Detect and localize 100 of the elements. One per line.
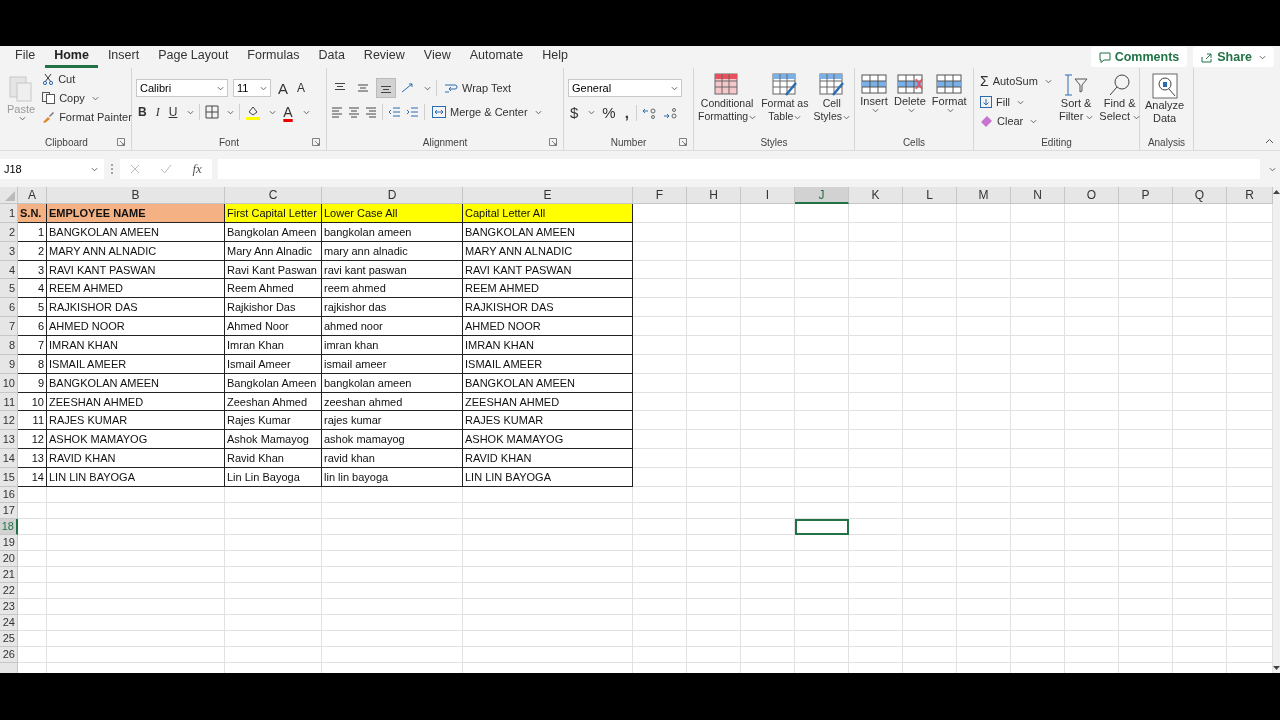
column-header[interactable]: B bbox=[47, 187, 225, 204]
clear-button[interactable]: Clear bbox=[978, 113, 1054, 129]
font-color-button[interactable]: A bbox=[281, 104, 295, 120]
down-arrow-icon[interactable] bbox=[1273, 666, 1280, 671]
ribbon-tab[interactable]: Data bbox=[309, 46, 354, 68]
fill-button[interactable]: Fill bbox=[978, 94, 1054, 110]
sort-filter-button[interactable]: Sort & Filter bbox=[1057, 71, 1095, 125]
table-cell: RAJKISHOR DAS bbox=[463, 298, 633, 318]
italic-button[interactable]: I bbox=[153, 104, 162, 120]
column-header[interactable]: M bbox=[957, 187, 1011, 204]
column-header[interactable]: L bbox=[903, 187, 957, 204]
shrink-font-button[interactable]: A bbox=[295, 81, 308, 95]
launcher-icon[interactable] bbox=[549, 138, 557, 146]
percent-button[interactable]: % bbox=[600, 104, 618, 121]
align-left-icon[interactable] bbox=[331, 106, 343, 118]
column-header[interactable]: N bbox=[1011, 187, 1065, 204]
collapse-ribbon-icon[interactable] bbox=[1265, 138, 1274, 144]
up-arrow-icon[interactable] bbox=[1273, 189, 1280, 194]
column-header[interactable]: C bbox=[225, 187, 322, 204]
grow-font-button[interactable]: A bbox=[276, 79, 290, 97]
borders-icon[interactable] bbox=[205, 105, 220, 119]
increase-decimal-icon[interactable] bbox=[641, 106, 658, 119]
decrease-decimal-icon[interactable] bbox=[662, 106, 679, 119]
copy-button[interactable]: Copy bbox=[40, 90, 134, 106]
ribbon-tab[interactable]: Page Layout bbox=[149, 46, 238, 68]
bold-button[interactable]: B bbox=[136, 105, 149, 119]
grid-icon bbox=[860, 73, 888, 95]
decrease-indent-icon[interactable] bbox=[388, 106, 401, 118]
active-cell[interactable] bbox=[795, 518, 849, 535]
caret-icon bbox=[269, 109, 277, 115]
align-button[interactable] bbox=[377, 79, 395, 97]
column-header[interactable]: O bbox=[1065, 187, 1119, 204]
column-header[interactable]: D bbox=[322, 187, 463, 204]
wrap-text-button[interactable]: Wrap Text bbox=[442, 80, 514, 96]
column-header[interactable]: F bbox=[633, 187, 687, 204]
vertical-scrollbar[interactable] bbox=[1273, 187, 1280, 673]
table-cell: ismail ameer bbox=[322, 354, 463, 374]
table-cell: RAVID KHAN bbox=[463, 449, 633, 469]
table-cell: AHMED NOOR bbox=[47, 317, 225, 336]
format-painter-button[interactable]: Format Painter bbox=[40, 109, 134, 125]
align-center-icon[interactable] bbox=[348, 106, 360, 118]
find-select-button[interactable]: Find & Select bbox=[1098, 71, 1141, 125]
ribbon-tab[interactable]: Home bbox=[45, 46, 98, 68]
column-header[interactable]: R bbox=[1227, 187, 1273, 204]
currency-button[interactable]: $ bbox=[568, 104, 581, 121]
share-button[interactable]: Share bbox=[1193, 47, 1274, 67]
merge-center-button[interactable]: Merge & Center bbox=[430, 104, 544, 120]
down-arrow-icon bbox=[980, 96, 992, 108]
caret-icon bbox=[1030, 118, 1038, 124]
cells-button[interactable]: Format bbox=[930, 71, 968, 115]
caret-icon bbox=[19, 116, 27, 121]
column-header[interactable]: P bbox=[1119, 187, 1173, 204]
number-format-field[interactable]: General bbox=[568, 79, 682, 97]
column-header[interactable]: H bbox=[687, 187, 741, 204]
caret-icon bbox=[302, 109, 310, 115]
ribbon-tab[interactable]: Insert bbox=[98, 46, 149, 68]
caret-icon bbox=[1044, 78, 1052, 84]
font-size-field[interactable]: 11 bbox=[233, 79, 271, 97]
cells-button[interactable]: Delete bbox=[893, 71, 927, 115]
column-header[interactable]: E bbox=[463, 187, 633, 204]
underline-button[interactable]: U bbox=[166, 105, 180, 119]
ribbon-tab[interactable]: Review bbox=[354, 46, 414, 68]
column-header[interactable]: J bbox=[795, 187, 849, 204]
autosum-button[interactable]: Σ AutoSum bbox=[978, 71, 1054, 91]
orientation-icon[interactable] bbox=[400, 82, 416, 94]
funnel-icon bbox=[1063, 73, 1090, 97]
align-right-icon[interactable] bbox=[365, 106, 377, 118]
table-cell: BANGKOLAN AMEEN bbox=[463, 222, 633, 242]
style-button[interactable]: Conditional Formatting bbox=[698, 71, 757, 125]
ribbon-tab[interactable]: View bbox=[414, 46, 460, 68]
column-header[interactable]: Q bbox=[1173, 187, 1227, 204]
column-header[interactable]: A bbox=[18, 187, 47, 204]
launcher-icon[interactable] bbox=[117, 138, 125, 146]
column-header[interactable]: K bbox=[849, 187, 903, 204]
cells-button[interactable]: Insert bbox=[859, 71, 889, 115]
column-header[interactable]: I bbox=[741, 187, 795, 204]
table-cell: Zeeshan Ahmed bbox=[225, 392, 322, 412]
ribbon-tab[interactable]: Help bbox=[533, 46, 577, 68]
caret-icon bbox=[1017, 99, 1025, 105]
drag-handle-icon[interactable] bbox=[110, 163, 114, 175]
launcher-icon[interactable] bbox=[679, 138, 687, 146]
increase-indent-icon[interactable] bbox=[406, 106, 419, 118]
cut-button[interactable]: Cut bbox=[40, 71, 134, 87]
ribbon-tab[interactable]: Formulas bbox=[238, 46, 309, 68]
fill-color-icon[interactable] bbox=[245, 104, 262, 120]
ribbon-tab[interactable]: File bbox=[6, 46, 45, 68]
wrap-icon bbox=[444, 82, 458, 94]
insert-function-button[interactable]: fx bbox=[192, 161, 202, 177]
analyze-data-button[interactable]: Analyze Data bbox=[1144, 71, 1186, 127]
table-cell: 3 bbox=[18, 260, 47, 280]
table-cell: Capital Letter All bbox=[463, 204, 633, 223]
comments-button[interactable]: Comments bbox=[1090, 47, 1188, 67]
name-box[interactable]: J18 bbox=[0, 159, 104, 179]
style-button[interactable]: Cell Styles bbox=[813, 71, 850, 125]
font-name-field[interactable]: Calibri bbox=[136, 79, 228, 97]
comma-button[interactable]: , bbox=[622, 104, 631, 121]
ribbon-tab[interactable]: Automate bbox=[460, 46, 533, 68]
launcher-icon[interactable] bbox=[312, 138, 320, 146]
caret-icon bbox=[1269, 166, 1276, 172]
style-button[interactable]: Format as Table bbox=[761, 71, 809, 125]
